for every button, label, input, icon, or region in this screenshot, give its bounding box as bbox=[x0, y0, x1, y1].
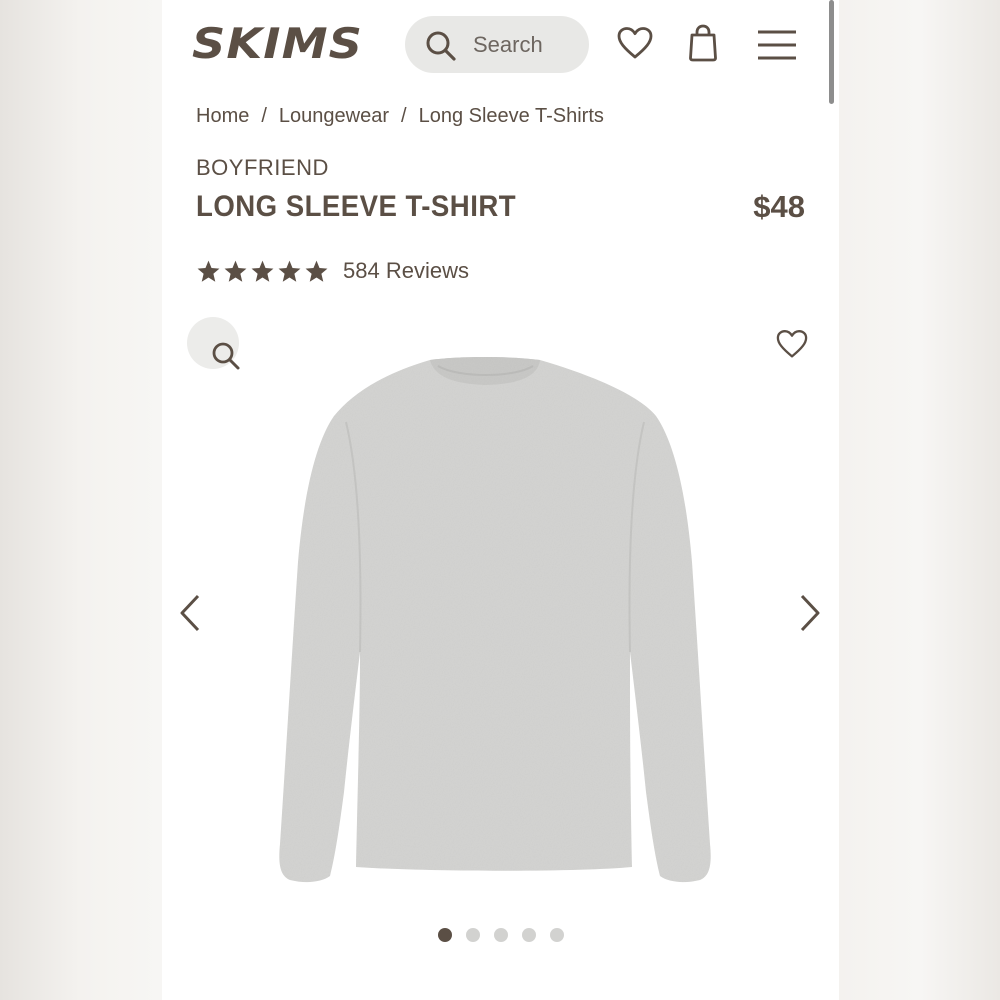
chevron-left-icon[interactable] bbox=[178, 593, 202, 638]
product-title: LONG SLEEVE T-SHIRT bbox=[196, 190, 517, 223]
shopping-bag-icon[interactable] bbox=[688, 24, 718, 67]
chevron-right-icon[interactable] bbox=[798, 593, 822, 638]
carousel-dot[interactable] bbox=[522, 928, 536, 942]
wishlist-heart-icon[interactable] bbox=[616, 26, 654, 65]
carousel-dot[interactable] bbox=[438, 928, 452, 942]
star-icon bbox=[305, 260, 328, 282]
carousel-dot[interactable] bbox=[550, 928, 564, 942]
carousel-pagination bbox=[438, 928, 564, 942]
search-placeholder: Search bbox=[473, 32, 543, 57]
hamburger-menu-icon[interactable] bbox=[756, 28, 798, 67]
star-rating bbox=[196, 259, 329, 284]
scrollbar[interactable] bbox=[829, 0, 834, 104]
product-rating[interactable]: 584 Reviews bbox=[196, 256, 469, 286]
search-icon bbox=[425, 30, 457, 67]
star-icon bbox=[251, 260, 274, 282]
breadcrumb-separator: / bbox=[261, 105, 267, 127]
reviews-link[interactable]: 584 Reviews bbox=[343, 258, 469, 284]
star-icon bbox=[224, 260, 247, 282]
skims-logo[interactable]: SKIMS bbox=[192, 22, 363, 66]
search-bar[interactable]: Search bbox=[405, 16, 589, 73]
product-page: SKIMS Search Home / Loungewear / Long Sleeve… bbox=[162, 0, 839, 1000]
breadcrumb-home[interactable]: Home bbox=[196, 105, 249, 127]
product-collection: BOYFRIEND bbox=[196, 155, 329, 180]
zoom-button[interactable] bbox=[187, 317, 240, 370]
breadcrumb-loungewear[interactable]: Loungewear bbox=[279, 105, 389, 127]
star-icon bbox=[197, 260, 220, 282]
add-to-wishlist-heart-icon[interactable] bbox=[775, 329, 809, 364]
product-image-long-sleeve-tshirt[interactable] bbox=[258, 352, 728, 897]
breadcrumb-separator: / bbox=[401, 105, 407, 127]
product-price: $48 bbox=[753, 189, 805, 224]
breadcrumb-long-sleeve-tshirts[interactable]: Long Sleeve T-Shirts bbox=[419, 105, 604, 127]
breadcrumb: Home / Loungewear / Long Sleeve T-Shirts bbox=[196, 103, 604, 129]
carousel-dot[interactable] bbox=[466, 928, 480, 942]
carousel-dot[interactable] bbox=[494, 928, 508, 942]
star-icon bbox=[278, 260, 301, 282]
